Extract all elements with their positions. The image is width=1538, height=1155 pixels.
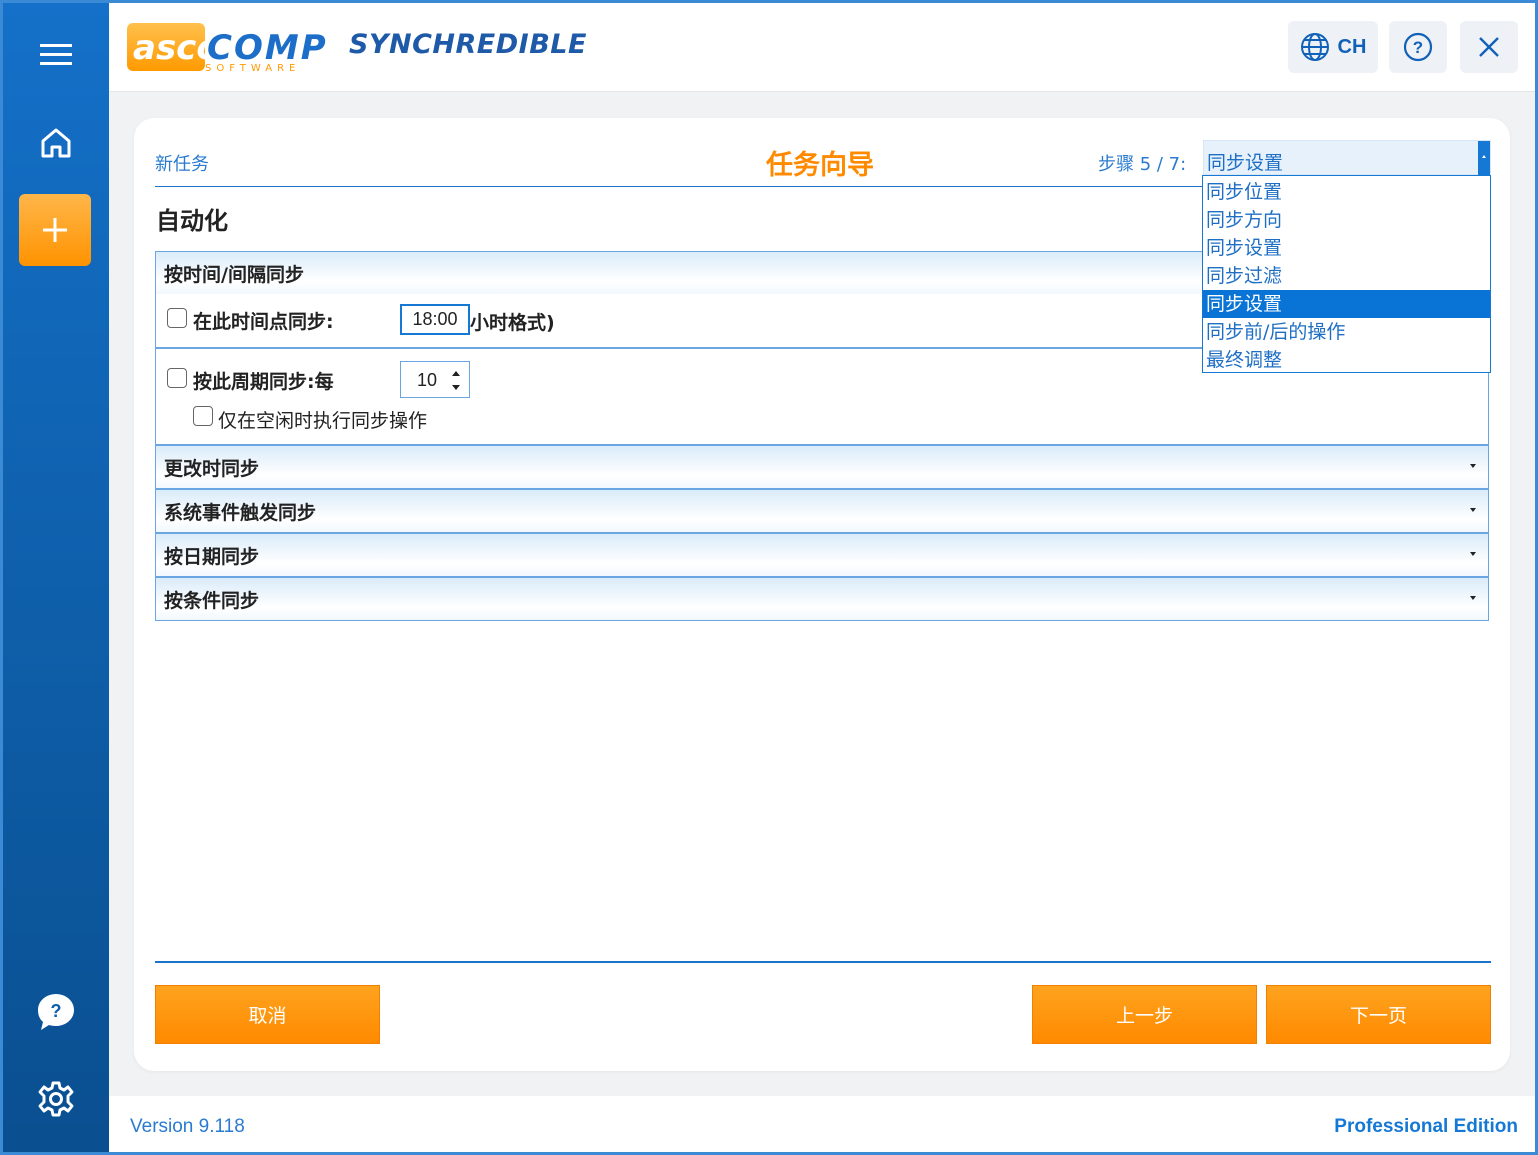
help-button[interactable]: ? [1389, 21, 1447, 73]
caret-down-icon [1470, 596, 1476, 600]
at-time-checkbox[interactable] [167, 308, 187, 328]
pane-header-by-condition[interactable]: 按条件同步 [156, 578, 1488, 620]
pane-header-by-date[interactable]: 按日期同步 [156, 534, 1488, 576]
close-button[interactable] [1460, 21, 1518, 73]
add-task-button[interactable] [19, 194, 91, 266]
edition-label: Professional Edition [1334, 1116, 1518, 1137]
close-icon [1479, 37, 1499, 57]
next-button[interactable]: 下一页 [1266, 985, 1491, 1044]
ascomp-logo: ascomp COMP SOFTWARE [127, 19, 337, 77]
product-name: SYNCHREDIBLE [349, 29, 587, 60]
status-bar [109, 1096, 1535, 1152]
time-format-hint: 小时格式) [470, 312, 555, 334]
globe-icon [1300, 33, 1329, 61]
back-button[interactable]: 上一步 [1032, 985, 1257, 1044]
version-label: Version 9.118 [130, 1116, 245, 1137]
step-option[interactable]: 同步位置 [1203, 178, 1490, 206]
task-name: 新任务 [155, 154, 209, 175]
caret-down-icon [1470, 464, 1476, 468]
pane-header-label: 按条件同步 [164, 589, 260, 612]
caret-down-icon [1470, 508, 1476, 512]
pane-header-system-event[interactable]: 系统事件触发同步 [156, 490, 1488, 532]
hamburger-icon[interactable] [3, 25, 109, 85]
step-option[interactable]: 同步前/后的操作 [1203, 318, 1490, 346]
step-dropdown-list: 同步位置 同步方向 同步设置 同步过滤 同步设置 同步前/后的操作 最终调整 [1202, 175, 1491, 373]
header: ascomp COMP SOFTWARE SYNCHREDIBLE CH ? [109, 3, 1535, 92]
step-option-selected[interactable]: 同步设置 [1203, 290, 1490, 318]
period-checkbox[interactable] [167, 368, 187, 388]
period-label: 按此周期同步:每 [193, 371, 334, 393]
step-counter: 步骤 5 / 7: [1098, 154, 1187, 175]
step-select[interactable]: 同步设置 [1203, 140, 1491, 176]
help-bubble-icon[interactable]: ? [3, 982, 109, 1042]
home-icon[interactable] [3, 113, 109, 173]
pane-header-on-change[interactable]: 更改时同步 [156, 446, 1488, 488]
gear-icon[interactable] [3, 1069, 109, 1129]
pane-header-label: 系统事件触发同步 [164, 501, 317, 524]
language-label: CH [1337, 35, 1367, 58]
pane-header-label: 按日期同步 [164, 545, 260, 568]
wizard-title: 任务向导 [766, 150, 874, 181]
idle-only-checkbox[interactable] [193, 406, 213, 426]
sidebar: ? [3, 3, 109, 1152]
stepper-up-icon[interactable] [451, 368, 461, 378]
section-title: 自动化 [156, 207, 228, 235]
question-circle-icon: ? [1403, 32, 1433, 62]
svg-text:?: ? [51, 1001, 62, 1021]
step-option[interactable]: 同步方向 [1203, 206, 1490, 234]
period-value: 10 [417, 370, 438, 390]
plus-icon [43, 218, 67, 242]
step-option[interactable]: 同步设置 [1203, 234, 1490, 262]
pane-header-label: 按时间/间隔同步 [164, 263, 304, 286]
pane-header-label: 更改时同步 [164, 457, 260, 480]
step-select-value: 同步设置 [1207, 152, 1284, 174]
step-option[interactable]: 最终调整 [1203, 346, 1490, 374]
caret-down-icon [1470, 552, 1476, 556]
idle-only-label: 仅在空闲时执行同步操作 [218, 410, 428, 432]
chevron-up-icon[interactable] [1478, 141, 1490, 176]
cancel-button[interactable]: 取消 [155, 985, 380, 1044]
language-button[interactable]: CH [1288, 21, 1378, 73]
svg-text:COMP: COMP [207, 28, 328, 68]
period-stepper[interactable]: 10 [400, 361, 470, 398]
step-option[interactable]: 同步过滤 [1203, 262, 1490, 290]
time-input[interactable]: 18:00 [400, 304, 470, 335]
stepper-down-icon[interactable] [451, 382, 461, 392]
svg-text:?: ? [1413, 38, 1423, 57]
footer-divider [155, 961, 1491, 963]
svg-text:SOFTWARE: SOFTWARE [205, 63, 300, 74]
at-time-label: 在此时间点同步: [193, 311, 334, 333]
